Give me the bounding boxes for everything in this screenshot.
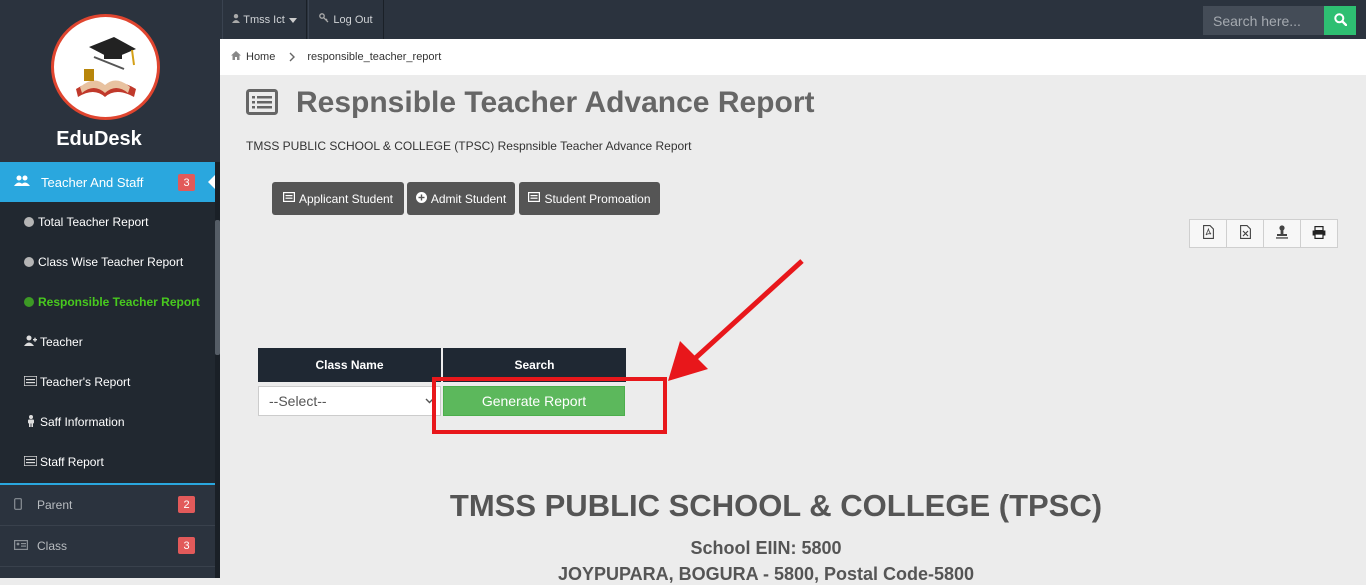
column-header-class-name: Class Name bbox=[258, 348, 441, 382]
submenu-item-label: Teacher's Report bbox=[40, 375, 131, 389]
key-icon bbox=[319, 13, 329, 26]
list-icon bbox=[23, 374, 38, 389]
submenu-item-saff-information[interactable]: Saff Information bbox=[24, 412, 125, 432]
submenu-item-staff-report[interactable]: Staff Report bbox=[23, 452, 104, 472]
submenu-item-label: Total Teacher Report bbox=[38, 215, 149, 229]
count-badge: 3 bbox=[178, 537, 195, 554]
submenu-item-class-wise-teacher-report[interactable]: Class Wise Teacher Report bbox=[24, 252, 183, 272]
breadcrumb-home-link[interactable]: Home bbox=[246, 51, 275, 63]
sidebar-item-label: Class bbox=[37, 539, 68, 553]
school-address: JOYPUPARA, BOGURA - 5800, Postal Code-58… bbox=[557, 564, 975, 584]
sidebar-item-class[interactable]: Class 3 bbox=[0, 526, 215, 567]
edudesk-logo bbox=[51, 14, 160, 120]
search-input[interactable]: Search here... bbox=[1203, 6, 1324, 35]
export-excel-button[interactable] bbox=[1227, 220, 1264, 247]
annotation-arrow-icon bbox=[668, 259, 804, 381]
search-button[interactable] bbox=[1324, 6, 1356, 35]
count-badge: 3 bbox=[178, 174, 195, 191]
page-header: Respnsible Teacher Advance Report bbox=[246, 86, 815, 120]
submenu-item-label: Staff Report bbox=[40, 455, 104, 469]
user-menu-button[interactable]: Tmss Ict bbox=[222, 0, 307, 39]
school-eiin: School EIIN: 5800 bbox=[690, 538, 842, 558]
export-csv-button[interactable] bbox=[1264, 220, 1301, 247]
class-name-select[interactable]: --Select-- bbox=[258, 386, 441, 416]
sidebar-item-teacher-and-staff[interactable]: Teacher And Staff 3 bbox=[0, 162, 215, 202]
sidebar-item-label: Teacher And Staff bbox=[41, 174, 144, 190]
list-alt-icon bbox=[246, 88, 278, 118]
button-label: Admit Student bbox=[430, 191, 507, 206]
circle-icon bbox=[24, 217, 34, 227]
submenu-item-total-teacher-report[interactable]: Total Teacher Report bbox=[24, 212, 149, 232]
id-card-icon bbox=[14, 539, 32, 553]
button-label: Applicant Student bbox=[298, 191, 394, 206]
sidebar-item-label: Parent bbox=[37, 498, 73, 512]
select-value: --Select-- bbox=[269, 393, 327, 409]
logout-label: Log Out bbox=[333, 13, 373, 26]
button-label: Student Promoation bbox=[544, 191, 651, 206]
person-icon bbox=[24, 414, 37, 430]
search-icon bbox=[1333, 12, 1347, 29]
home-icon bbox=[231, 51, 241, 63]
sidebar-scrollbar-thumb[interactable] bbox=[215, 220, 220, 355]
logout-button[interactable]: Log Out bbox=[308, 0, 384, 39]
export-pdf-button[interactable] bbox=[1190, 220, 1227, 247]
student-promotion-button[interactable]: Student Promoation bbox=[519, 182, 660, 215]
sidebar: EduDesk Teacher And Staff 3 Total Teache… bbox=[0, 0, 220, 578]
user-name: Tmss Ict bbox=[243, 13, 285, 26]
school-name: TMSS PUBLIC SCHOOL & COLLEGE (TPSC) bbox=[449, 488, 1103, 523]
chevron-right-icon bbox=[289, 50, 296, 65]
print-button[interactable] bbox=[1301, 220, 1337, 247]
circle-icon bbox=[24, 257, 34, 267]
stamp-icon bbox=[1276, 225, 1288, 242]
mobile-icon bbox=[14, 497, 32, 513]
sidebar-item-parent[interactable]: Parent 2 bbox=[0, 485, 215, 526]
list-icon bbox=[528, 192, 541, 205]
list-icon bbox=[282, 192, 295, 205]
submenu-item-label: Class Wise Teacher Report bbox=[38, 255, 184, 269]
submenu-item-teachers-report[interactable]: Teacher's Report bbox=[23, 372, 131, 392]
admit-student-button[interactable]: Admit Student bbox=[407, 182, 515, 215]
caret-down-icon bbox=[288, 14, 297, 26]
print-icon bbox=[1312, 225, 1326, 242]
brand-name: EduDesk bbox=[56, 128, 142, 150]
top-navbar: Tmss Ict Log Out Search here... bbox=[220, 0, 1366, 39]
submenu-teacher-and-staff: Total Teacher Report Class Wise Teacher … bbox=[0, 202, 215, 483]
list-icon bbox=[23, 454, 38, 469]
submenu-item-label: Responsible Teacher Report bbox=[38, 295, 200, 309]
export-toolbar bbox=[1189, 219, 1338, 248]
applicant-student-button[interactable]: Applicant Student bbox=[272, 182, 404, 215]
submenu-item-label: Saff Information bbox=[40, 415, 125, 429]
page-subtitle: TMSS PUBLIC SCHOOL & COLLEGE (TPSC) Resp… bbox=[246, 139, 692, 153]
breadcrumb: Home responsible_teacher_report bbox=[220, 39, 1366, 75]
plus-circle-icon bbox=[415, 191, 427, 206]
file-pdf-icon bbox=[1202, 225, 1214, 242]
submenu-item-teacher[interactable]: Teacher bbox=[24, 332, 83, 352]
submenu-item-label: Teacher bbox=[40, 335, 83, 349]
user-plus-icon bbox=[24, 335, 37, 349]
active-caret-icon bbox=[208, 175, 215, 189]
highlight-box bbox=[432, 377, 667, 434]
page-title: Respnsible Teacher Advance Report bbox=[296, 86, 815, 119]
file-excel-icon bbox=[1239, 225, 1251, 242]
count-badge: 2 bbox=[178, 496, 195, 513]
breadcrumb-current: responsible_teacher_report bbox=[307, 51, 442, 63]
users-icon bbox=[14, 175, 30, 190]
submenu-item-responsible-teacher-report[interactable]: Responsible Teacher Report bbox=[24, 292, 200, 312]
circle-icon bbox=[24, 297, 34, 307]
user-icon bbox=[232, 13, 241, 26]
